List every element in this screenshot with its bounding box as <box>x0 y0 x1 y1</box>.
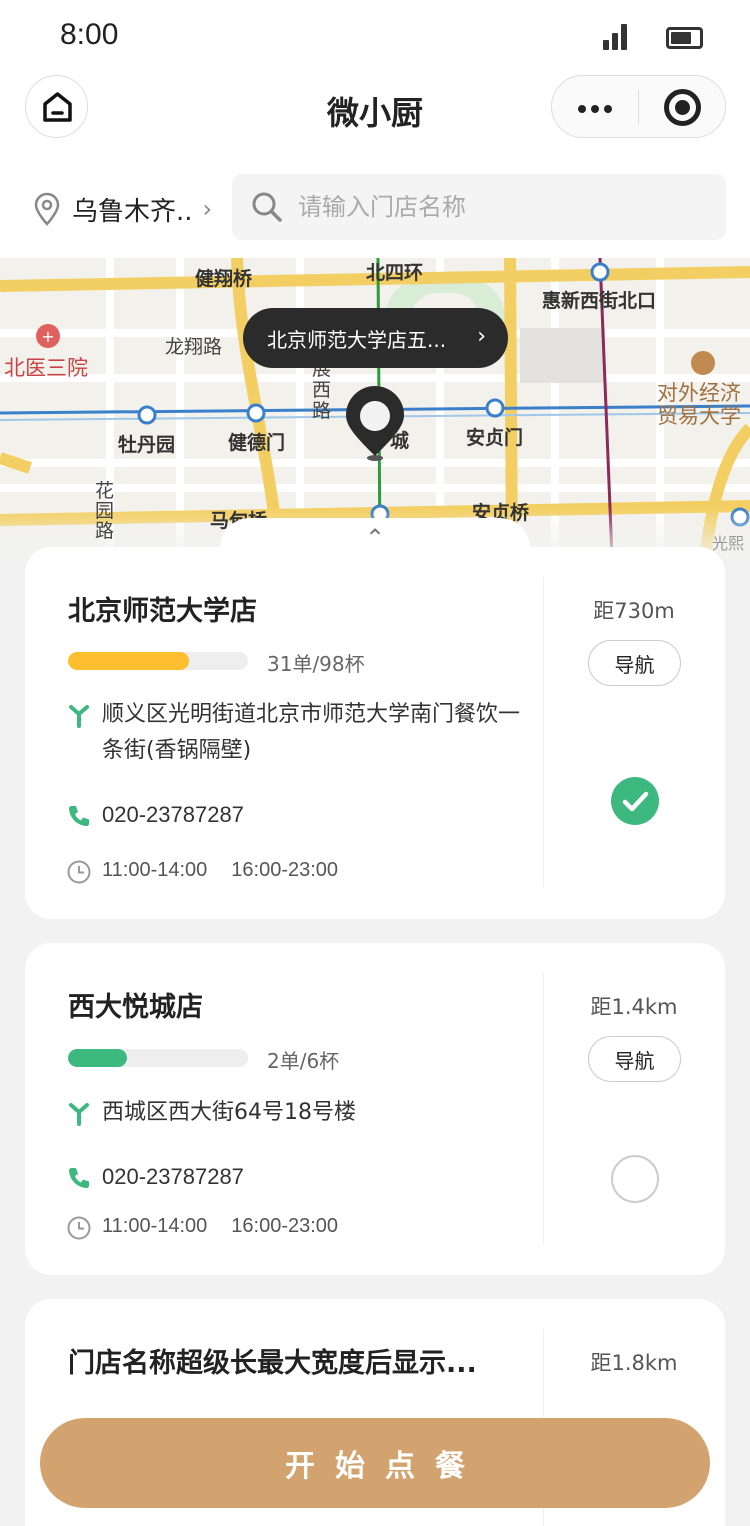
store-address: 顺义区光明街道北京市师范大学南门餐饮一条街(香锅隔壁) <box>102 702 521 763</box>
clock-icon <box>67 1216 91 1240</box>
home-icon <box>43 92 72 122</box>
order-count: 31单/98杯 <box>267 652 365 676</box>
status-time: 8:00 <box>60 18 119 51</box>
chevron-right-icon: › <box>477 324 486 349</box>
store-select-radio[interactable] <box>611 777 659 825</box>
close-button[interactable] <box>639 76 727 139</box>
mini-program-capsule <box>551 75 726 138</box>
map-label: 贸易大学 <box>657 404 741 428</box>
map-label: 健翔桥 <box>195 268 253 290</box>
search-box[interactable] <box>232 174 726 240</box>
location-search-bar: 乌鲁木齐.. › <box>0 158 750 258</box>
map-label: 城 <box>390 430 410 452</box>
map-label: 安贞门 <box>466 427 524 449</box>
phone-icon <box>69 806 89 826</box>
search-input[interactable] <box>298 193 698 221</box>
svg-text:+: + <box>41 327 54 346</box>
map-label: 惠新西街北口 <box>542 290 657 312</box>
store-phone[interactable]: 020-23787287 <box>102 1164 244 1190</box>
store-card[interactable]: 北京师范大学店 距730m 导航 31单/98杯 顺义区光明街道北京市师范大学南… <box>25 547 725 919</box>
map-label: 健德门 <box>228 432 286 454</box>
map-label: 龙翔路 <box>165 336 223 358</box>
store-address-icon <box>69 1103 89 1126</box>
city-selector[interactable]: 乌鲁木齐.. › <box>32 191 212 227</box>
navigate-button[interactable]: 导航 <box>588 640 681 686</box>
store-address: 西城区西大街64号18号楼 <box>102 1100 356 1125</box>
hours-slot: 11:00-14:00 <box>102 1215 208 1237</box>
city-name: 乌鲁木齐.. <box>72 196 193 227</box>
home-button[interactable] <box>25 75 88 138</box>
store-distance: 距1.4km <box>590 995 678 1019</box>
map-label: 北医三院 <box>4 356 88 380</box>
store-name: 北京师范大学店 <box>68 596 257 627</box>
clock-icon <box>67 860 91 884</box>
check-icon <box>622 791 649 812</box>
store-phone[interactable]: 020-23787287 <box>102 802 244 828</box>
store-address-icon <box>69 705 89 728</box>
search-icon <box>252 192 282 222</box>
navigate-button[interactable]: 导航 <box>588 1036 681 1082</box>
map-view[interactable]: + 健翔桥 北四环 惠新西街北口 龙翔路 北医三院 展 西 路 对外经济 贸易大… <box>0 258 750 558</box>
battery-icon <box>666 27 703 49</box>
status-bar: 8:00 <box>0 0 750 70</box>
popup-label: 北京师范大学店五... <box>267 327 447 352</box>
map-label: 路 <box>312 400 332 422</box>
store-hours: 11:00-14:00 16:00-23:00 <box>102 859 338 882</box>
store-name: 门店名称超级长最大宽度后显示... <box>68 1348 477 1379</box>
more-dots-icon <box>578 105 586 113</box>
more-button[interactable] <box>552 76 638 139</box>
nav-bar: 微小厨 <box>0 70 750 158</box>
order-progress <box>68 1049 248 1067</box>
hours-slot: 16:00-23:00 <box>231 1215 339 1237</box>
map-label: 对外经济 <box>657 381 741 405</box>
map-label: 光熙 <box>712 534 745 553</box>
signal-icon <box>603 24 631 50</box>
map-label: 牡丹园 <box>118 434 176 456</box>
order-progress <box>68 652 248 670</box>
store-select-radio[interactable] <box>611 1155 659 1203</box>
store-distance: 距730m <box>593 599 675 623</box>
start-order-button[interactable]: 开始点餐 <box>40 1418 710 1508</box>
chevron-right-icon: › <box>202 195 213 223</box>
order-count: 2单/6杯 <box>267 1049 340 1073</box>
store-name: 西大悦城店 <box>68 992 203 1023</box>
store-distance: 距1.8km <box>590 1351 678 1375</box>
map-store-popup[interactable]: 北京师范大学店五... › <box>243 308 508 368</box>
phone-icon <box>69 1168 89 1188</box>
location-pin-icon <box>34 192 60 226</box>
map-label: 路 <box>95 520 115 542</box>
hours-slot: 16:00-23:00 <box>231 859 339 881</box>
map-label: 北四环 <box>366 262 424 284</box>
store-card[interactable]: 西大悦城店 距1.4km 导航 2单/6杯 西城区西大街64号18号楼 020-… <box>25 943 725 1275</box>
hours-slot: 11:00-14:00 <box>102 859 208 881</box>
store-hours: 11:00-14:00 16:00-23:00 <box>102 1215 338 1238</box>
